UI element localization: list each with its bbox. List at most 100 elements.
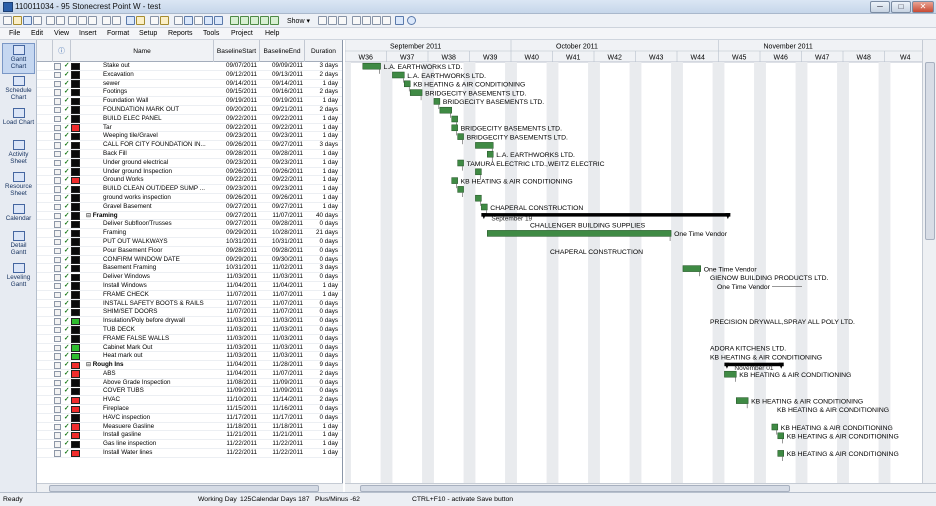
baseline-start[interactable]: 11/07/2011 bbox=[214, 291, 257, 300]
check-icon[interactable]: ✓ bbox=[64, 238, 71, 247]
task-note-icon[interactable] bbox=[54, 379, 61, 387]
baseline-start[interactable]: 09/19/2011 bbox=[214, 97, 257, 106]
check-icon[interactable]: ✓ bbox=[64, 132, 71, 141]
task-row[interactable]: ✓ Deliver Subfloor/Trusses 09/27/2011 09/28… bbox=[37, 220, 342, 230]
duration[interactable]: 0 days bbox=[305, 352, 341, 361]
zoom-fit-icon[interactable] bbox=[372, 16, 381, 25]
task-note-icon[interactable] bbox=[54, 150, 61, 158]
check-icon[interactable]: ✓ bbox=[64, 387, 71, 396]
task-bar[interactable] bbox=[682, 265, 701, 272]
duration[interactable]: 2 days bbox=[305, 396, 341, 405]
baseline-end[interactable]: 11/03/2011 bbox=[259, 335, 303, 344]
check-icon[interactable]: ✓ bbox=[64, 440, 71, 449]
baseline-start[interactable]: 09/22/2011 bbox=[214, 176, 257, 185]
task-note-icon[interactable] bbox=[54, 71, 61, 79]
timescale-icon[interactable] bbox=[382, 16, 391, 25]
vertical-scroll-thumb[interactable] bbox=[925, 62, 935, 240]
check-icon[interactable]: ✓ bbox=[64, 80, 71, 89]
task-note-icon[interactable] bbox=[54, 159, 61, 167]
duration[interactable]: 1 day bbox=[305, 97, 341, 106]
baseline-end[interactable]: 11/18/2011 bbox=[259, 423, 303, 432]
task-row[interactable]: ✓ Rough Ins11/04/201111/28/20119 days bbox=[37, 361, 342, 370]
baseline-start[interactable]: 11/18/2011 bbox=[214, 423, 257, 432]
task-bar[interactable] bbox=[777, 450, 784, 457]
baseline-end[interactable]: 11/17/2011 bbox=[259, 414, 303, 423]
baseline-start[interactable]: 10/31/2011 bbox=[214, 264, 257, 273]
refresh-icon[interactable] bbox=[395, 16, 404, 25]
gantt-scroll-thumb[interactable] bbox=[360, 485, 790, 492]
menu-view[interactable]: View bbox=[54, 30, 69, 37]
task-row[interactable]: ✓ FRAME FALSE WALLS 11/03/2011 11/03/2011 0 … bbox=[37, 335, 342, 344]
task-row[interactable]: ✓ FOUNDATION MARK OUT 09/20/2011 09/21/2011… bbox=[37, 106, 342, 115]
task-bar[interactable] bbox=[777, 432, 784, 440]
baseline-start[interactable]: 09/29/2011 bbox=[214, 229, 257, 238]
baseline-start[interactable]: 09/26/2011 bbox=[214, 141, 257, 150]
baseline-end[interactable]: 11/21/2011 bbox=[259, 431, 303, 440]
task-bar[interactable] bbox=[481, 203, 488, 211]
help-icon[interactable] bbox=[407, 16, 416, 25]
duration[interactable]: 0 days bbox=[305, 317, 341, 326]
task-bar[interactable] bbox=[451, 115, 458, 123]
task-row[interactable]: ✓ BUILD CLEAN OUT/DEEP SUMP ... 09/23/2011… bbox=[37, 185, 342, 194]
baseline-end[interactable]: 11/28/2011 bbox=[259, 361, 303, 370]
task-note-icon[interactable] bbox=[54, 291, 61, 299]
task-note-icon[interactable] bbox=[54, 124, 61, 132]
baseline-end[interactable]: 09/26/2011 bbox=[259, 194, 303, 203]
task-note-icon[interactable] bbox=[54, 98, 61, 105]
task-note-icon[interactable] bbox=[54, 370, 61, 378]
duration[interactable]: 0 days bbox=[305, 300, 341, 309]
task-note-icon[interactable] bbox=[54, 344, 61, 351]
duration[interactable]: 0 days bbox=[305, 387, 341, 396]
task-bar[interactable] bbox=[404, 80, 411, 88]
menu-file[interactable]: File bbox=[9, 30, 20, 37]
check-icon[interactable]: ✓ bbox=[64, 247, 71, 256]
indent-icon[interactable] bbox=[270, 16, 279, 25]
move-left-icon[interactable] bbox=[230, 16, 239, 25]
task-row[interactable]: ✓ Framing09/27/201111/07/201140 days bbox=[37, 212, 342, 221]
task-note-icon[interactable] bbox=[54, 318, 61, 325]
minimize-button[interactable]: ─ bbox=[870, 1, 890, 13]
task-note-icon[interactable] bbox=[54, 282, 61, 290]
baseline-end[interactable]: 09/30/2011 bbox=[259, 256, 303, 265]
task-row[interactable]: ✓ Pour Basement Floor 09/28/2011 09/28/2011… bbox=[37, 247, 342, 256]
check-icon[interactable]: ✓ bbox=[64, 361, 71, 370]
baseline-start[interactable]: 11/08/2011 bbox=[214, 379, 257, 388]
duration[interactable]: 1 day bbox=[305, 440, 341, 449]
duration[interactable]: 3 days bbox=[305, 62, 341, 71]
sidebar-gantt-chart[interactable]: Gantt Chart bbox=[2, 43, 35, 74]
duration[interactable]: 0 days bbox=[305, 220, 341, 229]
resource-icon[interactable] bbox=[160, 16, 169, 25]
task-row[interactable]: ✓ sewer 09/14/2011 09/14/2011 1 day bbox=[37, 80, 342, 89]
maximize-button[interactable]: □ bbox=[891, 1, 911, 13]
check-icon[interactable]: ✓ bbox=[64, 431, 71, 440]
task-note-icon[interactable] bbox=[54, 63, 61, 70]
baseline-end[interactable]: 09/14/2011 bbox=[259, 80, 303, 89]
task-row[interactable]: ✓ Under ground electrical 09/23/2011 09/23/… bbox=[37, 159, 342, 168]
notes-icon[interactable] bbox=[136, 16, 145, 25]
baseline-start[interactable]: 11/04/2011 bbox=[214, 370, 257, 379]
duration[interactable]: 1 day bbox=[305, 449, 341, 458]
task-row[interactable]: ✓ Heat mark out 11/03/2011 11/03/2011 0 days bbox=[37, 352, 342, 362]
task-note-icon[interactable] bbox=[54, 221, 61, 228]
task-bar[interactable] bbox=[487, 230, 672, 237]
menu-project[interactable]: Project bbox=[231, 30, 253, 37]
task-row[interactable]: ✓ Deliver Windows 11/03/2011 11/03/2011 0 da… bbox=[37, 273, 342, 282]
task-bar[interactable] bbox=[475, 194, 482, 202]
duration[interactable]: 2 days bbox=[305, 370, 341, 379]
task-note-icon[interactable] bbox=[54, 115, 61, 123]
baseline-start-column-header[interactable]: BaselineStart bbox=[214, 40, 260, 62]
baseline-end[interactable]: 11/03/2011 bbox=[259, 352, 303, 361]
close-button[interactable]: ✕ bbox=[912, 1, 934, 13]
gantt-chart-area[interactable]: W36 W37 W38 W39 W40 W41 W42 W43 W44 W45 W46 W47 W48 W… bbox=[345, 40, 922, 483]
task-note-icon[interactable] bbox=[54, 353, 61, 360]
task-note-icon[interactable] bbox=[54, 106, 61, 114]
task-note-icon[interactable] bbox=[54, 212, 61, 220]
task-note-icon[interactable] bbox=[54, 265, 61, 272]
baseline-end[interactable]: 09/09/2011 bbox=[259, 62, 303, 71]
task-note-icon[interactable] bbox=[54, 450, 61, 457]
move-right-icon[interactable] bbox=[240, 16, 249, 25]
task-info-icon[interactable] bbox=[126, 16, 135, 25]
baseline-start[interactable]: 09/28/2011 bbox=[214, 247, 257, 256]
link-tasks-icon[interactable] bbox=[150, 16, 159, 25]
show-dropdown[interactable]: Show ▾ bbox=[287, 17, 310, 25]
